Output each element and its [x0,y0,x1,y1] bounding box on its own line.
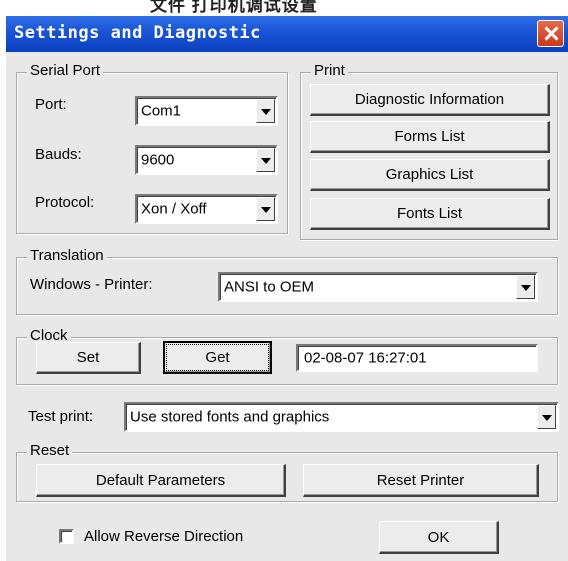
ok-button[interactable]: OK [379,521,499,554]
protocol-label: Protocol: [35,194,95,211]
title-bar[interactable]: Settings and Diagnostic [6,16,568,52]
chevron-down-icon[interactable] [537,405,556,429]
print-legend: Print [311,62,348,79]
default-parameters-button[interactable]: Default Parameters [36,464,286,497]
translation-select-value: ANSI to OEM [224,278,315,296]
background-document-strip: 文件 打印机调试设置 [0,0,568,16]
serial-port-legend: Serial Port [27,62,104,79]
close-icon[interactable] [537,20,564,47]
port-select[interactable]: Com1 [135,96,278,126]
translation-legend: Translation [27,247,107,264]
translation-select[interactable]: ANSI to OEM [218,272,538,302]
background-document-text: 文件 打印机调试设置 [150,0,318,15]
allow-reverse-direction-checkbox[interactable] [59,529,74,544]
dialog-body: Serial Port Port: Com1 Bauds: 9600 Proto… [6,52,568,561]
chevron-down-icon[interactable] [516,275,535,299]
clock-datetime-field[interactable]: 02-08-07 16:27:01 [296,344,538,372]
bauds-select-value: 9600 [141,151,175,169]
clock-datetime-value: 02-08-07 16:27:01 [304,349,427,367]
clock-get-button[interactable]: Get [163,341,272,374]
graphics-list-button[interactable]: Graphics List [310,159,550,191]
bauds-select[interactable]: 9600 [135,145,278,175]
chevron-down-icon[interactable] [256,197,275,221]
reset-printer-button[interactable]: Reset Printer [303,464,539,497]
test-print-label: Test print: [28,408,94,425]
test-print-select[interactable]: Use stored fonts and graphics [124,402,559,432]
reset-legend: Reset [27,442,73,459]
chevron-down-icon[interactable] [256,148,275,172]
test-print-select-value: Use stored fonts and graphics [130,408,330,426]
diagnostic-information-button[interactable]: Diagnostic Information [310,84,550,116]
allow-reverse-direction-label[interactable]: Allow Reverse Direction [84,528,243,545]
protocol-select[interactable]: Xon / Xoff [135,194,278,224]
window-title: Settings and Diagnostic [14,23,261,43]
forms-list-button[interactable]: Forms List [310,121,550,153]
port-label: Port: [35,96,67,113]
port-select-value: Com1 [141,102,182,120]
bauds-label: Bauds: [35,146,82,163]
protocol-select-value: Xon / Xoff [141,200,207,218]
chevron-down-icon[interactable] [256,99,275,123]
clock-set-button[interactable]: Set [36,342,141,374]
windows-printer-label: Windows - Printer: [30,276,153,293]
fonts-list-button[interactable]: Fonts List [310,198,550,230]
